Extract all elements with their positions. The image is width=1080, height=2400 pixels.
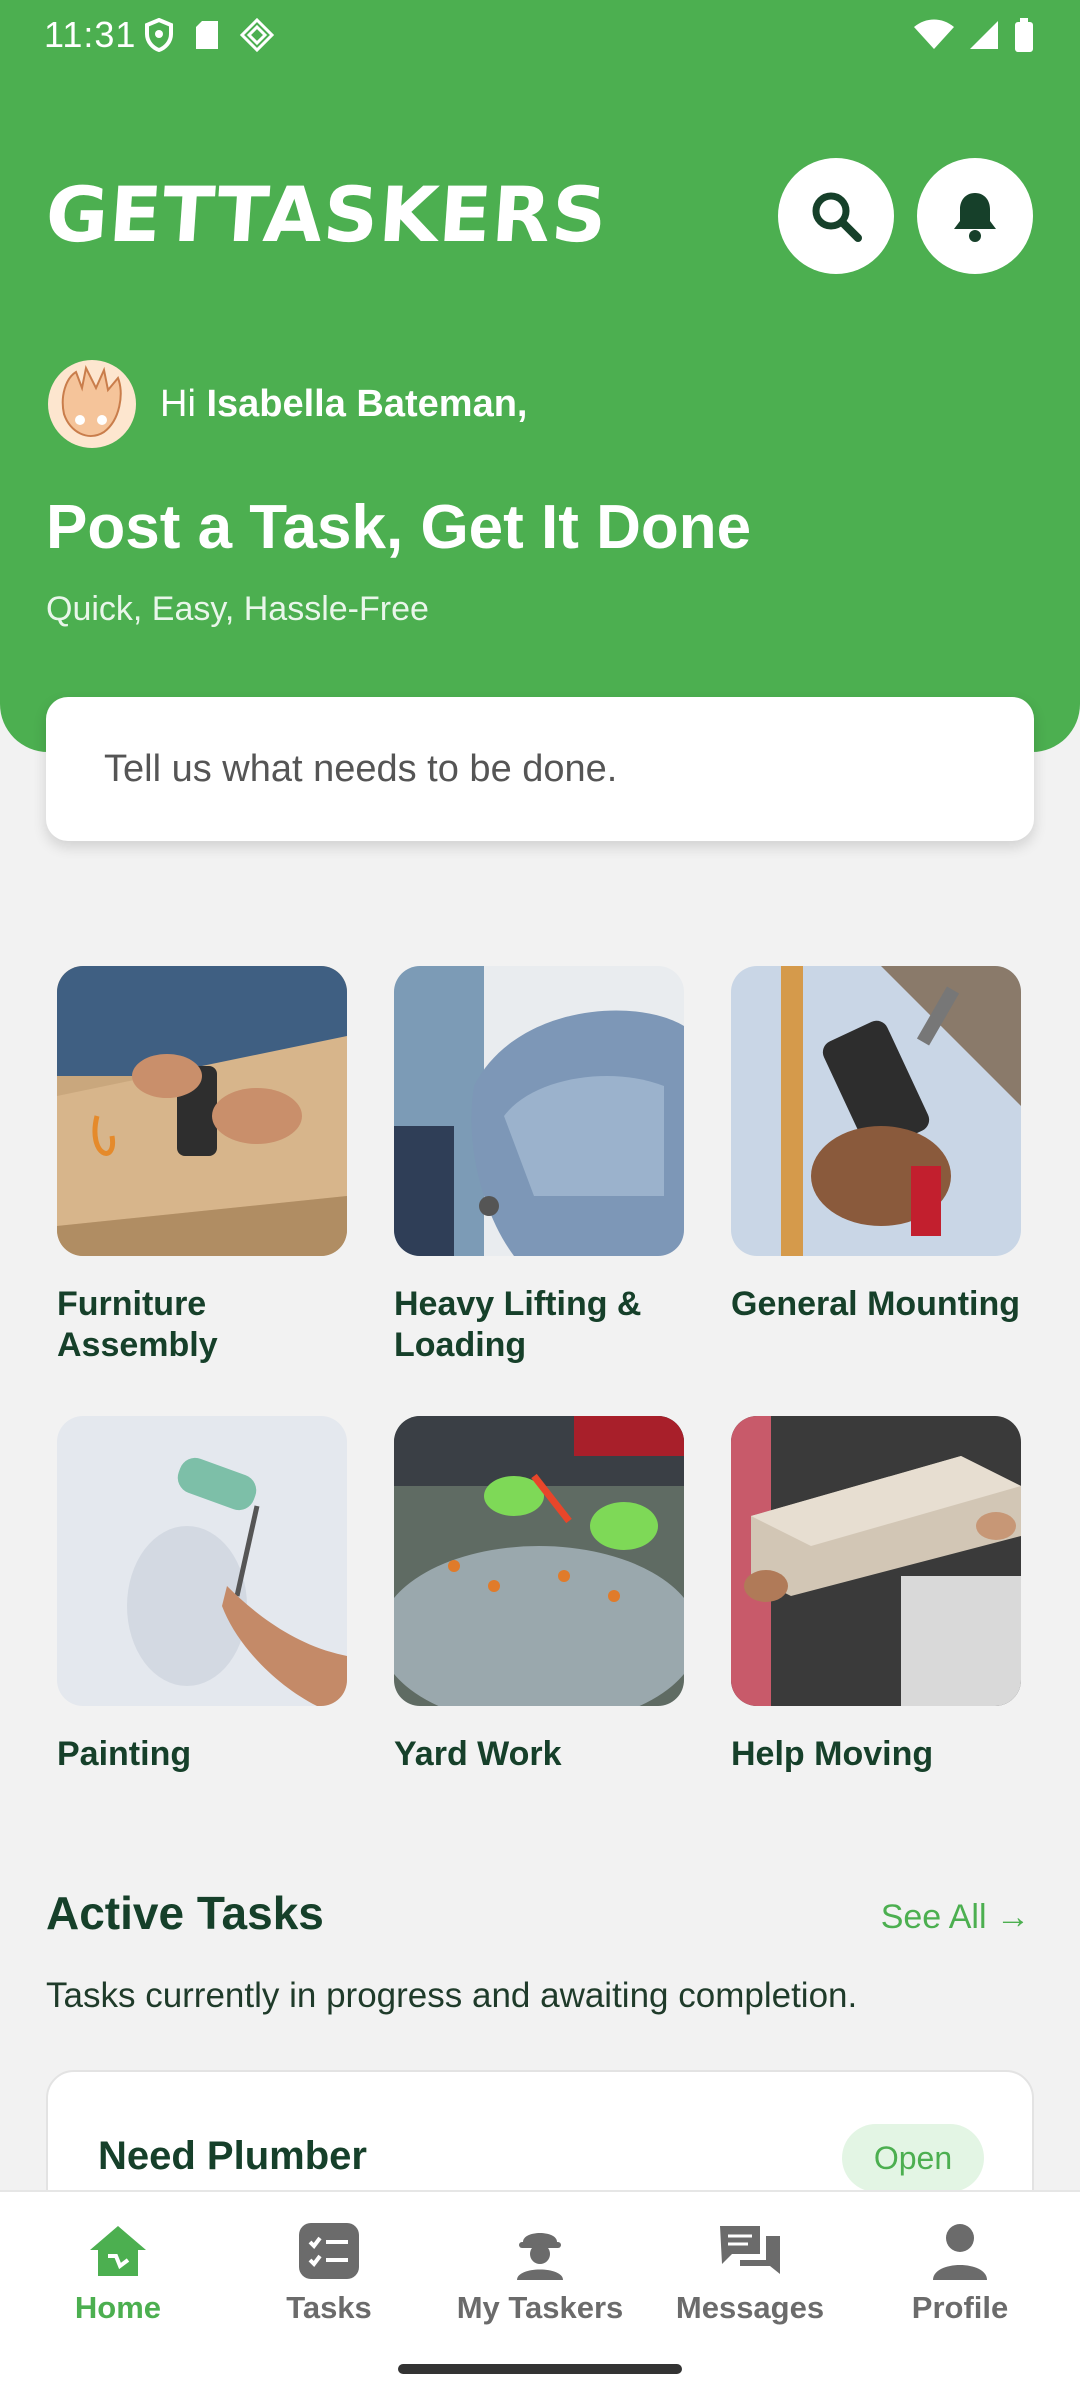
category-heavy-lifting[interactable]: Heavy Lifting & Loading bbox=[394, 966, 684, 1416]
waving-hand-icon bbox=[48, 360, 136, 448]
active-tasks-title: Active Tasks bbox=[46, 1887, 324, 1939]
category-grid: Furniture Assembly Heavy Lifting & Loadi… bbox=[57, 966, 1023, 1866]
nav-label: Tasks bbox=[286, 2290, 372, 2325]
category-label: Help Moving bbox=[731, 1735, 934, 1773]
bell-icon bbox=[954, 193, 996, 242]
status-time: 11:31 bbox=[44, 14, 137, 55]
category-label: General Mounting bbox=[731, 1285, 1020, 1323]
nav-home[interactable]: Home bbox=[18, 2222, 218, 2326]
category-help-moving[interactable]: Help Moving bbox=[731, 1416, 1021, 1866]
nav-messages[interactable]: Messages bbox=[650, 2222, 850, 2326]
hero-headline: Post a Task, Get It Done bbox=[46, 493, 752, 562]
yard-work-image bbox=[394, 1416, 684, 1706]
category-yard-work[interactable]: Yard Work bbox=[394, 1416, 684, 1866]
wifi-icon bbox=[914, 19, 954, 49]
search-button[interactable] bbox=[778, 158, 894, 274]
category-general-mounting[interactable]: General Mounting bbox=[731, 966, 1021, 1416]
furniture-assembly-image bbox=[57, 966, 347, 1256]
greeting-hi: Hi bbox=[160, 382, 196, 425]
general-mounting-image bbox=[731, 966, 1021, 1256]
category-label: Painting bbox=[57, 1735, 192, 1773]
home-icon bbox=[90, 2226, 146, 2276]
app-logo: GETTASKERS bbox=[42, 170, 611, 259]
category-label: Yard Work bbox=[394, 1735, 562, 1773]
nav-tasks[interactable]: Tasks bbox=[229, 2222, 429, 2326]
shield-icon bbox=[145, 18, 173, 52]
active-tasks-subtitle: Tasks currently in progress and awaiting… bbox=[46, 1976, 858, 2015]
category-furniture-assembly[interactable]: Furniture Assembly bbox=[57, 966, 347, 1416]
nav-label: Messages bbox=[675, 2290, 825, 2325]
task-description-input[interactable]: Tell us what needs to be done. bbox=[46, 697, 1034, 841]
user-name: Isabella Bateman, bbox=[206, 382, 528, 425]
cast-diamond-icon bbox=[240, 18, 274, 52]
category-label: Heavy Lifting & Loading bbox=[394, 1285, 642, 1364]
painting-image bbox=[57, 1416, 347, 1706]
nav-label: My Taskers bbox=[456, 2290, 624, 2325]
search-icon bbox=[812, 192, 862, 242]
nav-profile[interactable]: Profile bbox=[860, 2222, 1060, 2326]
signal-icon bbox=[970, 21, 998, 49]
task-title: Need Plumber bbox=[98, 2134, 367, 2178]
status-bar: 11:31 bbox=[0, 0, 1080, 72]
worker-icon bbox=[517, 2233, 563, 2280]
messages-icon bbox=[720, 2226, 780, 2274]
nav-label: Home bbox=[74, 2290, 162, 2325]
category-painting[interactable]: Painting bbox=[57, 1416, 347, 1866]
status-badge: Open bbox=[842, 2124, 984, 2192]
greeting: Hi Isabella Bateman, bbox=[46, 358, 528, 450]
notifications-button[interactable] bbox=[917, 158, 1033, 274]
tasks-icon bbox=[299, 2223, 359, 2279]
help-moving-image bbox=[731, 1416, 1021, 1706]
see-all-link[interactable]: See All → bbox=[881, 1898, 1030, 1937]
task-input-placeholder: Tell us what needs to be done. bbox=[104, 747, 618, 790]
heavy-lifting-image bbox=[394, 966, 684, 1256]
battery-icon bbox=[1015, 18, 1033, 52]
hero-subhead: Quick, Easy, Hassle-Free bbox=[46, 590, 429, 628]
nav-my-taskers[interactable]: My Taskers bbox=[440, 2222, 640, 2326]
nav-label: Profile bbox=[911, 2290, 1009, 2325]
home-indicator[interactable] bbox=[398, 2364, 682, 2374]
sd-card-icon bbox=[196, 21, 218, 49]
category-label: Furniture Assembly bbox=[57, 1285, 218, 1364]
profile-icon bbox=[933, 2224, 987, 2280]
